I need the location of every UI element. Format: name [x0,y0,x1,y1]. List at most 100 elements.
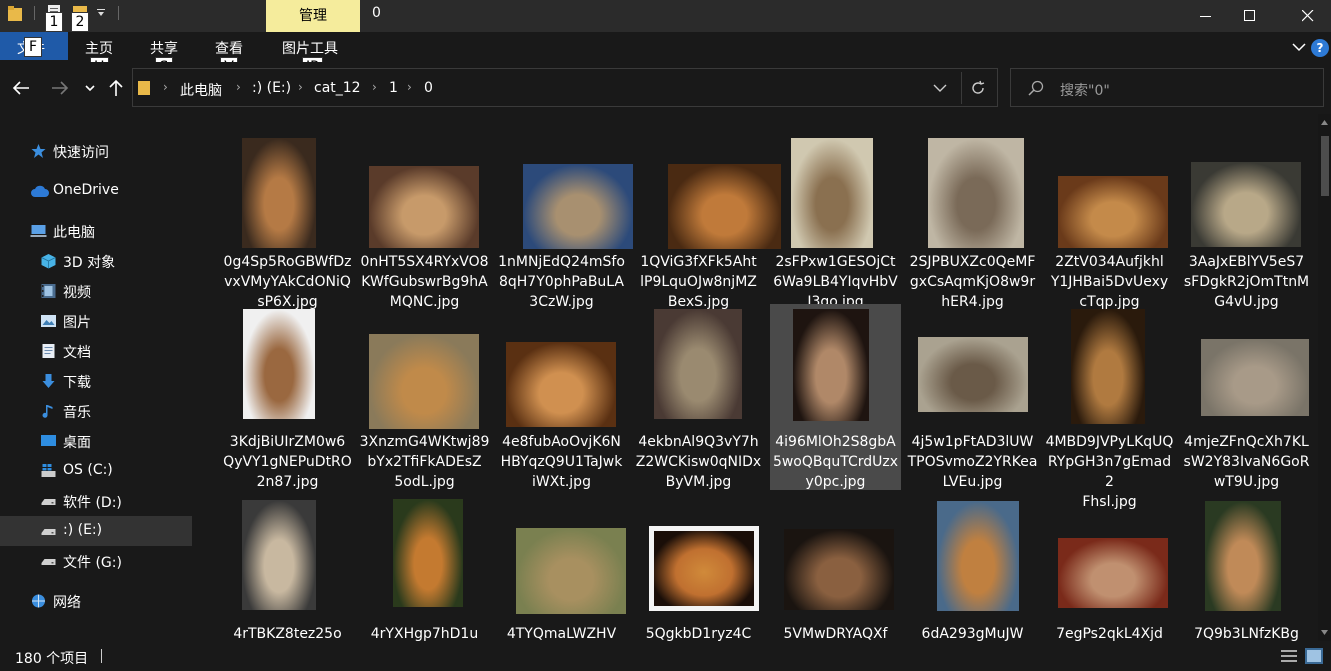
file-item[interactable]: 4MBD9JVPyLKqUQ RYpGH3n7gEmad2 Fhsl.jpg [1044,304,1175,510]
back-arrow-icon[interactable] [11,78,31,98]
cube-icon [41,254,56,269]
file-name: 2ZtV034Aufjkhl Y1JHBai5DvUexy cTqp.jpg [1050,254,1169,310]
close-button[interactable] [1285,0,1331,32]
sidebar-item-label: 此电脑 [53,225,95,241]
minimize-icon [1200,16,1211,17]
file-item[interactable]: 3KdjBiUIrZM0w6 QyVY1gNEPuDtRO 2n87.jpg [222,304,353,490]
divider [101,649,102,663]
keytip-1: 1 [45,12,63,32]
sidebar-item-drive-d[interactable]: 软件 (D:) [0,486,192,516]
ribbon-tabs [0,32,1331,62]
sidebar-item-downloads[interactable]: 下载 [0,366,192,396]
tab-view[interactable]: 查看 [215,38,243,58]
sidebar-item-desktop[interactable]: 桌面 [0,426,192,456]
breadcrumb-drive-e[interactable]: :) (E:) [252,80,291,96]
sidebar-item-music[interactable]: 音乐 [0,396,192,426]
file-item[interactable]: 4e8fubAoOvjK6N HBYqzQ9U1TaJwk iWXt.jpg [496,304,627,490]
forward-arrow-icon[interactable] [50,78,70,98]
file-item[interactable]: 2SJPBUXZc0QeMF gxCsAqmKjO8w9r hER4.jpg [907,124,1038,310]
scroll-up-icon[interactable] [1320,118,1329,127]
recent-locations-icon[interactable] [84,78,96,98]
customize-quick-access-icon[interactable] [96,8,106,18]
cat-photo-thumbnail [369,334,479,429]
file-item[interactable]: 4ekbnAl9Q3vY7h Z2WCKisw0qNIDx ByVM.jpg [633,304,764,490]
sidebar-item-videos[interactable]: 视频 [0,276,192,306]
cat-photo-thumbnail [506,342,616,427]
folder-icon [8,6,22,21]
search-box[interactable] [1010,68,1324,107]
tab-share[interactable]: 共享 [150,38,178,58]
file-item[interactable]: 7egPs2qkL4Xjd [1044,496,1175,641]
file-item[interactable]: 4i96MlOh2S8gbA 5woQBquTCrdUzx y0pc.jpg [770,304,901,490]
refresh-icon[interactable] [970,80,986,96]
cat-photo-thumbnail [784,529,894,610]
cloud-icon [31,185,49,197]
sidebar-item-quick-access[interactable]: 快速访问 [0,136,192,166]
sidebar-item-pictures[interactable]: 图片 [0,306,192,336]
vertical-scrollbar[interactable] [1318,114,1331,641]
file-name: 0g4Sp5RoGBWfDz vxVMyYAkCdONiQ sP6X.jpg [223,254,352,310]
breadcrumb-separator: › [407,80,412,94]
file-name: 4j5w1pFtAD3lUW TPOSvmoZ2YRKea LVEu.jpg [907,434,1038,490]
maximize-button[interactable] [1227,0,1273,32]
sidebar-item-onedrive[interactable]: OneDrive [0,176,192,206]
file-item[interactable]: 3AaJxEBlYV5eS7 sFDgkR2jOmTtnM G4vU.jpg [1181,124,1312,310]
tab-manage[interactable]: 管理 [266,0,360,32]
breadcrumb-0[interactable]: 0 [424,80,433,96]
cat-photo-thumbnail [1058,176,1168,248]
file-name: 3AaJxEBlYV5eS7 sFDgkR2jOmTtnM G4vU.jpg [1183,254,1310,310]
sidebar-item-documents[interactable]: 文档 [0,336,192,366]
sidebar-item-drive-c[interactable]: OS (C:) [0,456,192,486]
file-item[interactable]: 5VMwDRYAQXf [770,496,901,641]
sidebar-item-drive-e[interactable]: :) (E:) [0,516,192,546]
file-item[interactable]: 4rTBKZ8tez25o [222,496,353,641]
file-item[interactable]: 3XnzmG4WKtwj89 bYx2TfiFkADEsZ 5odL.jpg [359,304,490,490]
sidebar-item-label: 音乐 [63,405,91,421]
cat-photo-thumbnail [243,309,315,419]
file-item[interactable]: 2sFPxw1GESOjCt 6Wa9LB4YIqvHbV J3go.jpg [770,124,901,310]
divider [34,6,35,20]
cat-photo-thumbnail [242,500,316,610]
up-arrow-icon[interactable] [106,78,126,98]
file-item[interactable]: 1QViG3fXFk5Aht lP9LquOJw8njMZ BexS.jpg [633,124,781,310]
chevron-down-icon[interactable] [1292,42,1306,52]
file-name: 3XnzmG4WKtwj89 bYx2TfiFkADEsZ 5odL.jpg [359,434,490,490]
file-item[interactable]: 5QgkbD1ryz4C [633,496,764,641]
file-name: 4e8fubAoOvjK6N HBYqzQ9U1TaJwk iWXt.jpg [500,434,623,490]
breadcrumb-cat12[interactable]: cat_12 [314,80,361,96]
file-item[interactable]: 4mjeZFnQcXh7KL sW2Y83IvaN6GoR wT9U.jpg [1181,304,1312,490]
scroll-down-icon[interactable] [1320,628,1329,637]
file-item[interactable]: 4j5w1pFtAD3lUW TPOSvmoZ2YRKea LVEu.jpg [907,304,1038,490]
sidebar-item-network[interactable]: 网络 [0,586,192,616]
file-item[interactable]: 7Q9b3LNfzKBg [1181,496,1312,641]
tab-home[interactable]: 主页 [85,38,113,58]
file-item[interactable]: 6dA293gMuJW [907,496,1038,641]
close-icon [1302,10,1314,22]
address-dropdown-icon[interactable] [933,83,947,93]
cat-photo-thumbnail [1191,162,1301,247]
cat-photo-thumbnail [523,164,633,249]
cat-photo-thumbnail [649,526,759,611]
scrollbar-thumb[interactable] [1321,136,1329,196]
file-name: 4i96MlOh2S8gbA 5woQBquTCrdUzx y0pc.jpg [772,434,899,490]
help-button[interactable]: ? [1311,39,1329,57]
sidebar-item-drive-g[interactable]: 文件 (G:) [0,546,192,576]
file-item[interactable]: 4TYQmaLWZHV [496,496,627,641]
sidebar-item-3d-objects[interactable]: 3D 对象 [0,246,192,276]
large-icons-view-icon[interactable] [1305,648,1323,664]
file-item[interactable]: 1nMNjEdQ24mSfo 8qH7Y0phPaBuLA 3CzW.jpg [496,124,633,310]
file-item[interactable]: 0g4Sp5RoGBWfDz vxVMyYAkCdONiQ sP6X.jpg [222,124,353,310]
details-view-icon[interactable] [1280,648,1298,664]
file-item[interactable]: 4rYXHgp7hD1u [359,496,490,641]
minimize-button[interactable] [1183,0,1229,32]
search-input[interactable]: 搜索"0" [1060,80,1110,100]
sidebar-item-label: 软件 (D:) [63,495,122,511]
breadcrumb-1[interactable]: 1 [389,80,398,96]
file-item[interactable]: 2ZtV034Aufjkhl Y1JHBai5DvUexy cTqp.jpg [1044,124,1175,310]
file-name: 4rTBKZ8tez25o [233,626,342,641]
breadcrumb-this-pc[interactable]: 此电脑 [180,80,222,100]
sidebar-item-this-pc[interactable]: 此电脑 [0,216,192,246]
divider [961,72,962,104]
file-item[interactable]: 0nHT5SX4RYxVO8 KWfGubswrBg9hA MQNC.jpg [359,124,490,310]
tab-picture-tools[interactable]: 图片工具 [282,38,338,58]
